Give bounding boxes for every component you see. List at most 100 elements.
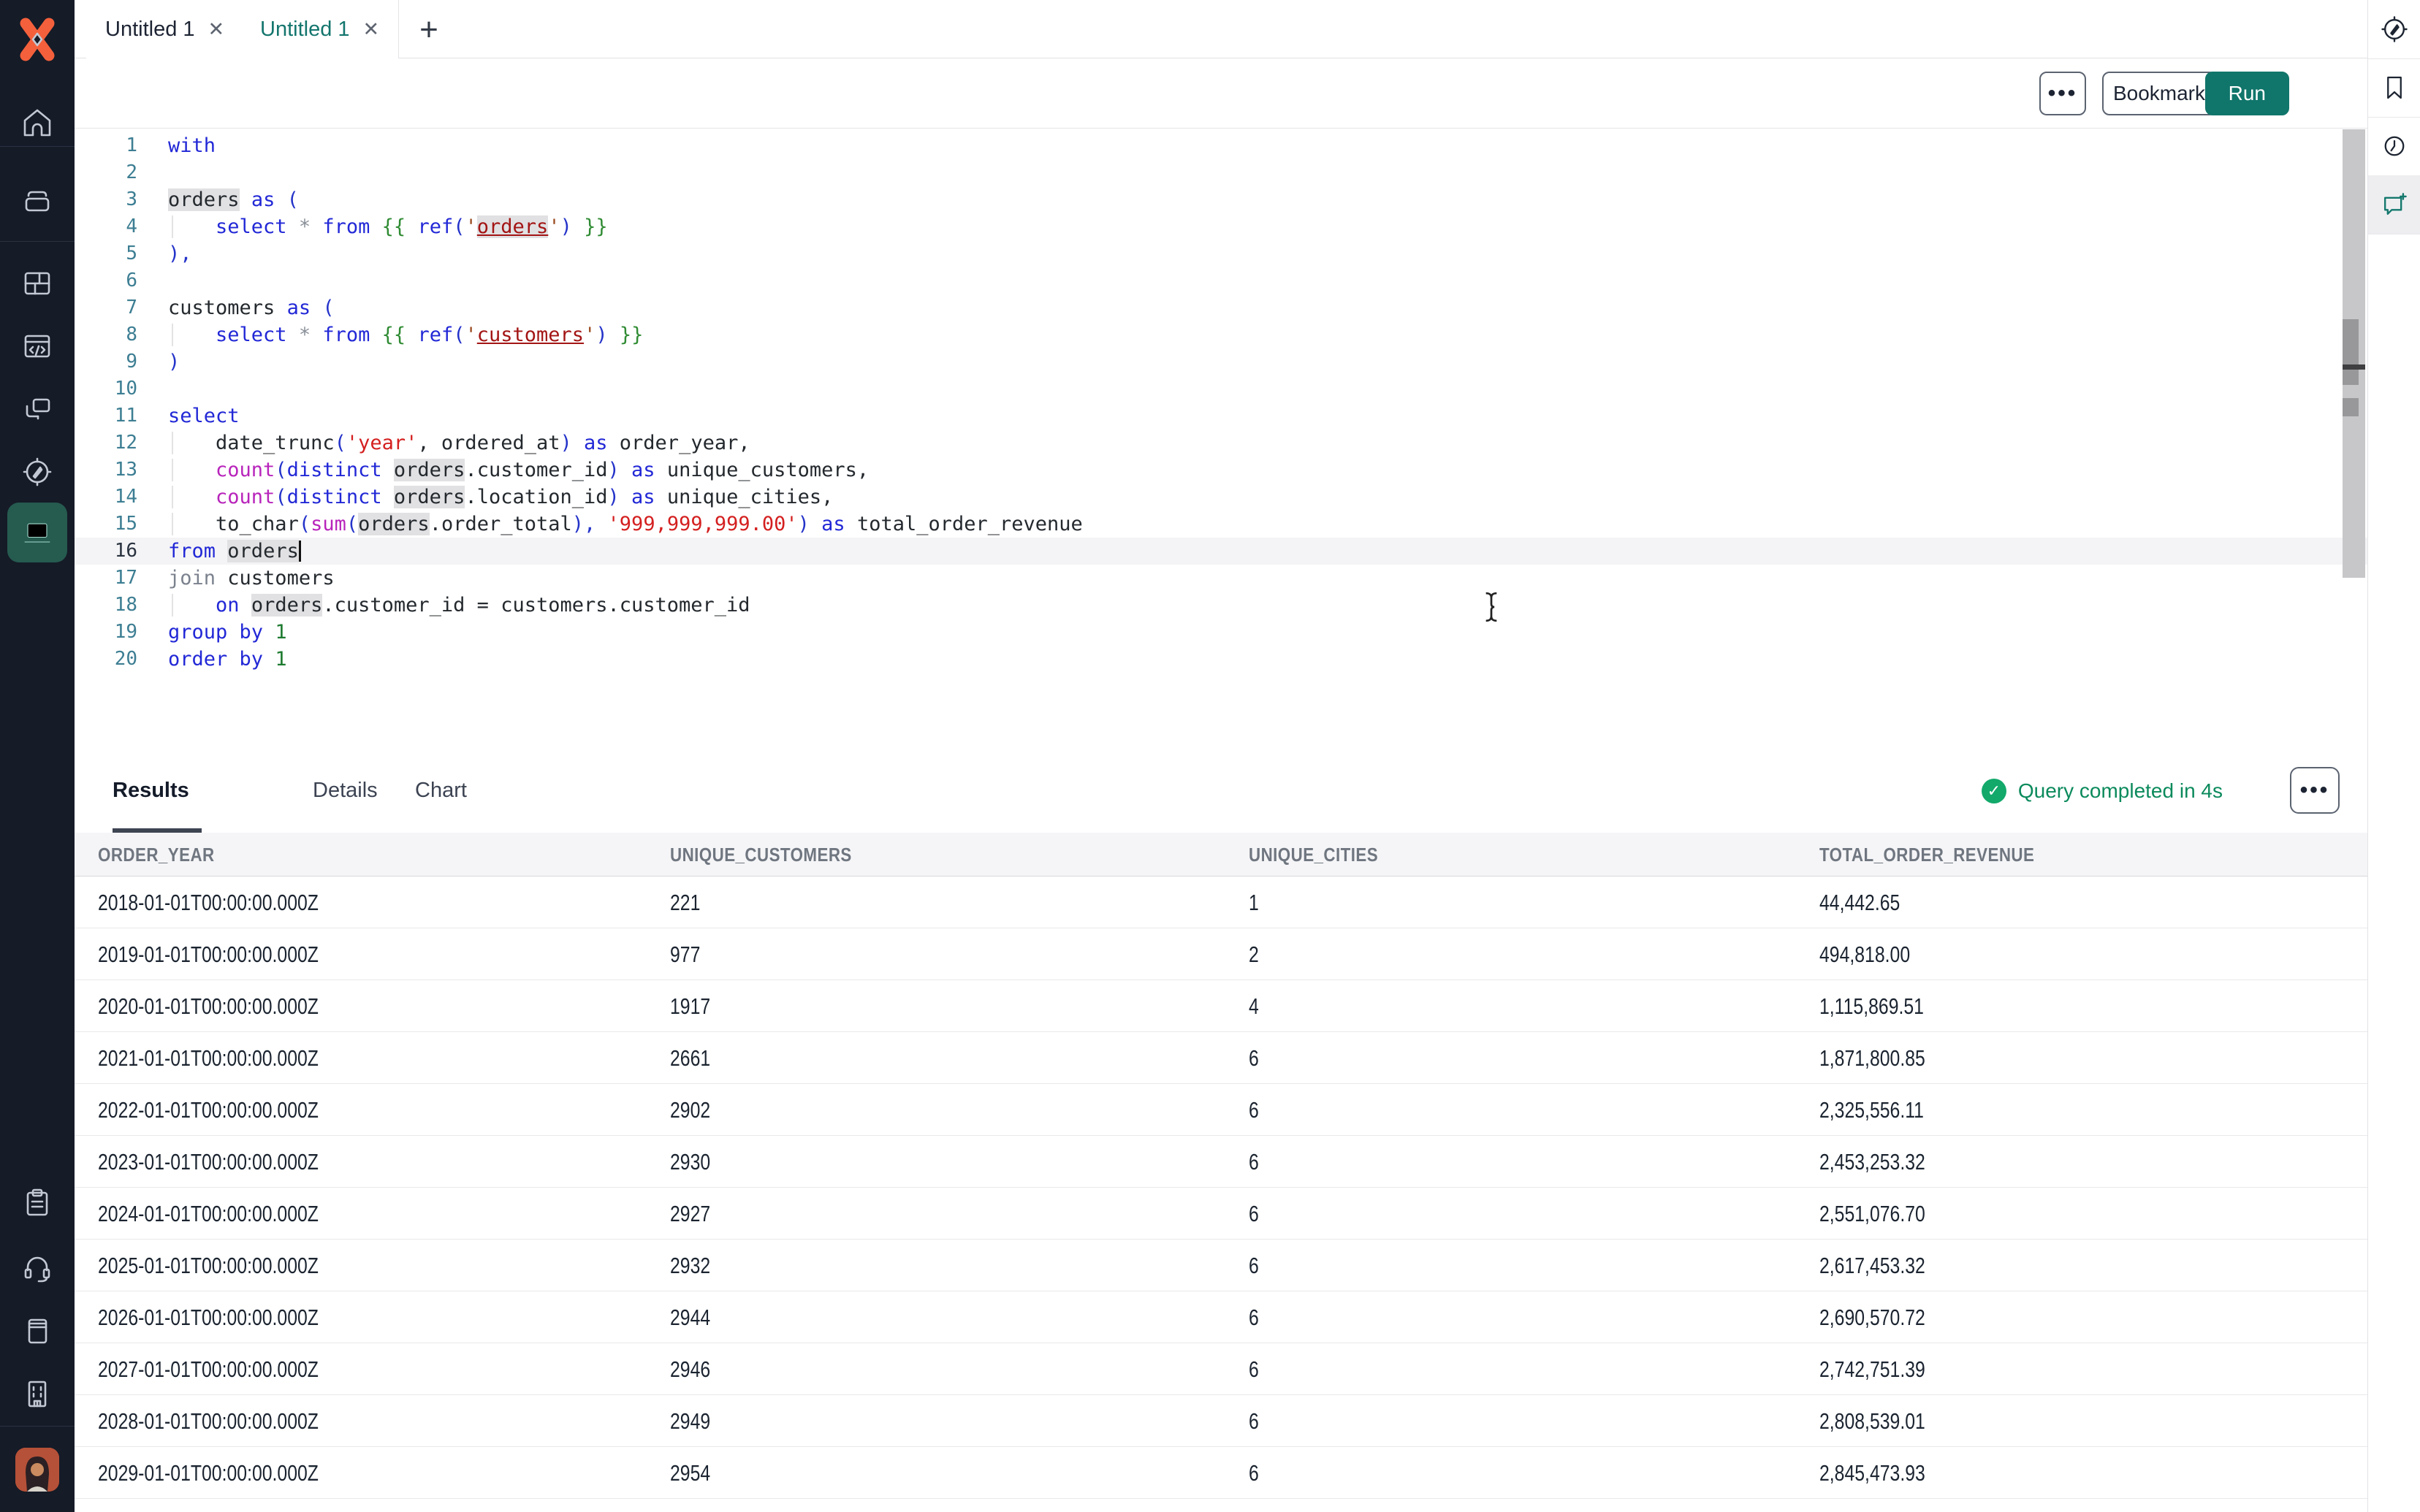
table-cell[interactable]: 1 (1249, 877, 1261, 928)
results-more-button[interactable]: ••• (2290, 767, 2340, 814)
table-row[interactable]: 2018-01-01T00:00:00.000Z221144,442.65 (75, 877, 2367, 928)
table-cell[interactable]: 2028-01-01T00:00:00.000Z (98, 1395, 373, 1447)
table-row[interactable]: 2028-01-01T00:00:00.000Z 2949 6 2,808,539.0… (75, 1395, 2367, 1447)
table-row[interactable]: 2024-01-01T00:00:00.000Z292762,551,076.7… (75, 1188, 2367, 1240)
table-cell[interactable]: 4 (1249, 980, 1261, 1032)
table-cell[interactable]: 2021-01-01T00:00:00.000Z (98, 1032, 373, 1084)
table-cell[interactable]: 6 (1249, 1291, 1261, 1343)
table-cell[interactable]: 2020-01-01T00:00:00.000Z (98, 980, 373, 1032)
org-building-icon[interactable] (0, 1367, 75, 1420)
table-cell[interactable]: 2026-01-01T00:00:00.000Z (98, 1291, 373, 1343)
close-icon[interactable]: ✕ (363, 18, 380, 41)
column-header-total_order_revenue[interactable]: TOTAL_ORDER_REVENUE (1819, 833, 2069, 877)
sql-editor[interactable]: 1with23orders as (4 select * from {{ ref… (75, 129, 2367, 752)
apps-grid-icon[interactable] (0, 257, 75, 310)
table-cell[interactable]: 1917 (670, 980, 720, 1032)
code-line[interactable]: 9) (75, 348, 2367, 375)
table-cell[interactable]: 6 (1249, 1395, 1261, 1447)
table-cell[interactable]: 6 (1249, 1240, 1261, 1291)
table-cell[interactable]: 2022-01-01T00:00:00.000Z (98, 1084, 373, 1136)
explore-compass-icon[interactable] (0, 446, 75, 498)
table-cell[interactable]: 2879 (670, 1499, 720, 1512)
table-cell[interactable]: 977 (670, 928, 708, 980)
table-cell[interactable]: 6 (1249, 1084, 1261, 1136)
collections-tray-icon[interactable] (0, 175, 75, 228)
table-cell[interactable]: 2,453,253.32 (1819, 1136, 1952, 1188)
table-cell[interactable]: 494,818.00 (1819, 928, 1933, 980)
table-cell[interactable]: 2024-01-01T00:00:00.000Z (98, 1188, 373, 1240)
table-row[interactable]: 2025-01-01T00:00:00.000Z 2932 6 2,617,453.3… (75, 1240, 2367, 1291)
code-line[interactable]: 18 on orders.customer_id = customers.cus… (75, 592, 2367, 619)
table-cell[interactable]: 2,551,076.70 (1819, 1188, 1952, 1240)
code-line[interactable]: 20order by 1 (75, 646, 2367, 673)
table-row[interactable]: 2029-01-01T00:00:00.000Z 2954 6 2,845,473.9… (75, 1447, 2367, 1499)
table-row[interactable]: 2022-01-01T00:00:00.000Z290262,325,556.1… (75, 1084, 2367, 1136)
tab-details[interactable]: Details (313, 753, 378, 828)
bookmark-icon[interactable] (2368, 58, 2420, 117)
ai-chat-icon[interactable] (2368, 175, 2420, 234)
table-cell[interactable]: 6 (1249, 1136, 1261, 1188)
table-row[interactable]: 2026-01-01T00:00:00.000Z294462,690,570.7… (75, 1291, 2367, 1343)
history-clock-icon[interactable] (2368, 117, 2420, 175)
code-line[interactable]: 4 select * from {{ ref('orders') }} (75, 213, 2367, 240)
table-cell[interactable]: 2,617,453.32 (1819, 1240, 1952, 1291)
tab-chart[interactable]: Chart (415, 753, 467, 828)
tab-untitled-1[interactable]: Untitled 1 ✕ (86, 0, 244, 58)
run-button[interactable]: Run (2205, 72, 2289, 115)
table-cell[interactable]: 1,871,800.85 (1819, 1032, 1952, 1084)
table-cell[interactable]: 2932 (670, 1240, 720, 1291)
column-header-unique_customers[interactable]: UNIQUE_CUSTOMERS (670, 833, 881, 877)
table-cell[interactable]: 2944 (670, 1291, 720, 1343)
editor-scrollbar[interactable] (2343, 129, 2365, 578)
code-line[interactable]: 6 (75, 267, 2367, 294)
table-cell[interactable]: 6 (1249, 1188, 1261, 1240)
table-cell[interactable]: 44,442.65 (1819, 877, 1920, 928)
table-cell[interactable]: 2019-01-01T00:00:00.000Z (98, 928, 373, 980)
table-cell[interactable]: 2030-01-01T00:00:00.000Z (98, 1499, 373, 1512)
more-options-button[interactable]: ••• (2039, 72, 2086, 115)
code-line[interactable]: 16from orders (75, 538, 2367, 565)
code-line[interactable]: 14 count(distinct orders.location_id) as… (75, 484, 2367, 511)
table-row[interactable]: 2023-01-01T00:00:00.000Z 2930 6 2,453,253.3… (75, 1136, 2367, 1188)
table-cell[interactable]: 6 (1249, 1343, 1261, 1395)
code-line[interactable]: 11select (75, 402, 2367, 429)
table-cell[interactable]: 2025-01-01T00:00:00.000Z (98, 1240, 373, 1291)
new-tab-button[interactable]: + (409, 10, 449, 50)
table-cell[interactable]: 2,808,539.01 (1819, 1395, 1952, 1447)
table-cell[interactable]: 2023-01-01T00:00:00.000Z (98, 1136, 373, 1188)
table-cell[interactable]: 6 (1249, 1447, 1261, 1499)
code-line[interactable]: 13 count(distinct orders.customer_id) as… (75, 457, 2367, 484)
table-row[interactable]: 2027-01-01T00:00:00.000Z 2946 6 2,742,751.3… (75, 1343, 2367, 1395)
column-header-order_year[interactable]: ORDER_YEAR (98, 833, 234, 877)
code-line[interactable]: 15 to_char(sum(orders.order_total), '999… (75, 511, 2367, 538)
scrollbar-thumb[interactable] (2343, 319, 2359, 385)
table-cell[interactable]: 2954 (670, 1447, 720, 1499)
support-headset-icon[interactable] (0, 1242, 75, 1294)
table-row[interactable]: 2019-01-01T00:00:00.000Z9772494,818.00 (75, 928, 2367, 980)
table-cell[interactable]: 2,742,751.39 (1819, 1343, 1952, 1395)
table-cell[interactable]: 2027-01-01T00:00:00.000Z (98, 1343, 373, 1395)
tab-untitled-2[interactable]: Untitled 1 ✕ (241, 0, 399, 58)
code-line[interactable]: 3orders as ( (75, 186, 2367, 213)
code-line[interactable]: 2 (75, 159, 2367, 186)
table-cell[interactable]: 2,845,473.93 (1819, 1447, 1952, 1499)
table-cell[interactable]: 2902 (670, 1084, 720, 1136)
code-line[interactable]: 8 select * from {{ ref('customers') }} (75, 321, 2367, 348)
table-cell[interactable]: 2946 (670, 1343, 720, 1395)
code-line[interactable]: 12 date_trunc('year', ordered_at) as ord… (75, 429, 2367, 457)
table-cell[interactable]: 2949 (670, 1395, 720, 1447)
column-header-unique_cities[interactable]: UNIQUE_CITIES (1249, 833, 1399, 877)
tab-results[interactable]: Results (113, 753, 189, 828)
code-line[interactable]: 10 (75, 375, 2367, 402)
browse-compass-icon[interactable] (2368, 0, 2420, 58)
table-cell[interactable]: 2029-01-01T00:00:00.000Z (98, 1447, 373, 1499)
table-cell[interactable]: 6 (1249, 1032, 1261, 1084)
table-cell[interactable]: 2018-01-01T00:00:00.000Z (98, 877, 373, 928)
table-cell[interactable]: 2930 (670, 1136, 720, 1188)
code-line[interactable]: 17join customers (75, 565, 2367, 592)
home-icon[interactable] (0, 96, 75, 149)
code-window-icon[interactable] (0, 320, 75, 373)
code-line[interactable]: 1with (75, 132, 2367, 159)
table-cell[interactable]: 6 (1249, 1499, 1261, 1512)
close-icon[interactable]: ✕ (208, 18, 225, 41)
